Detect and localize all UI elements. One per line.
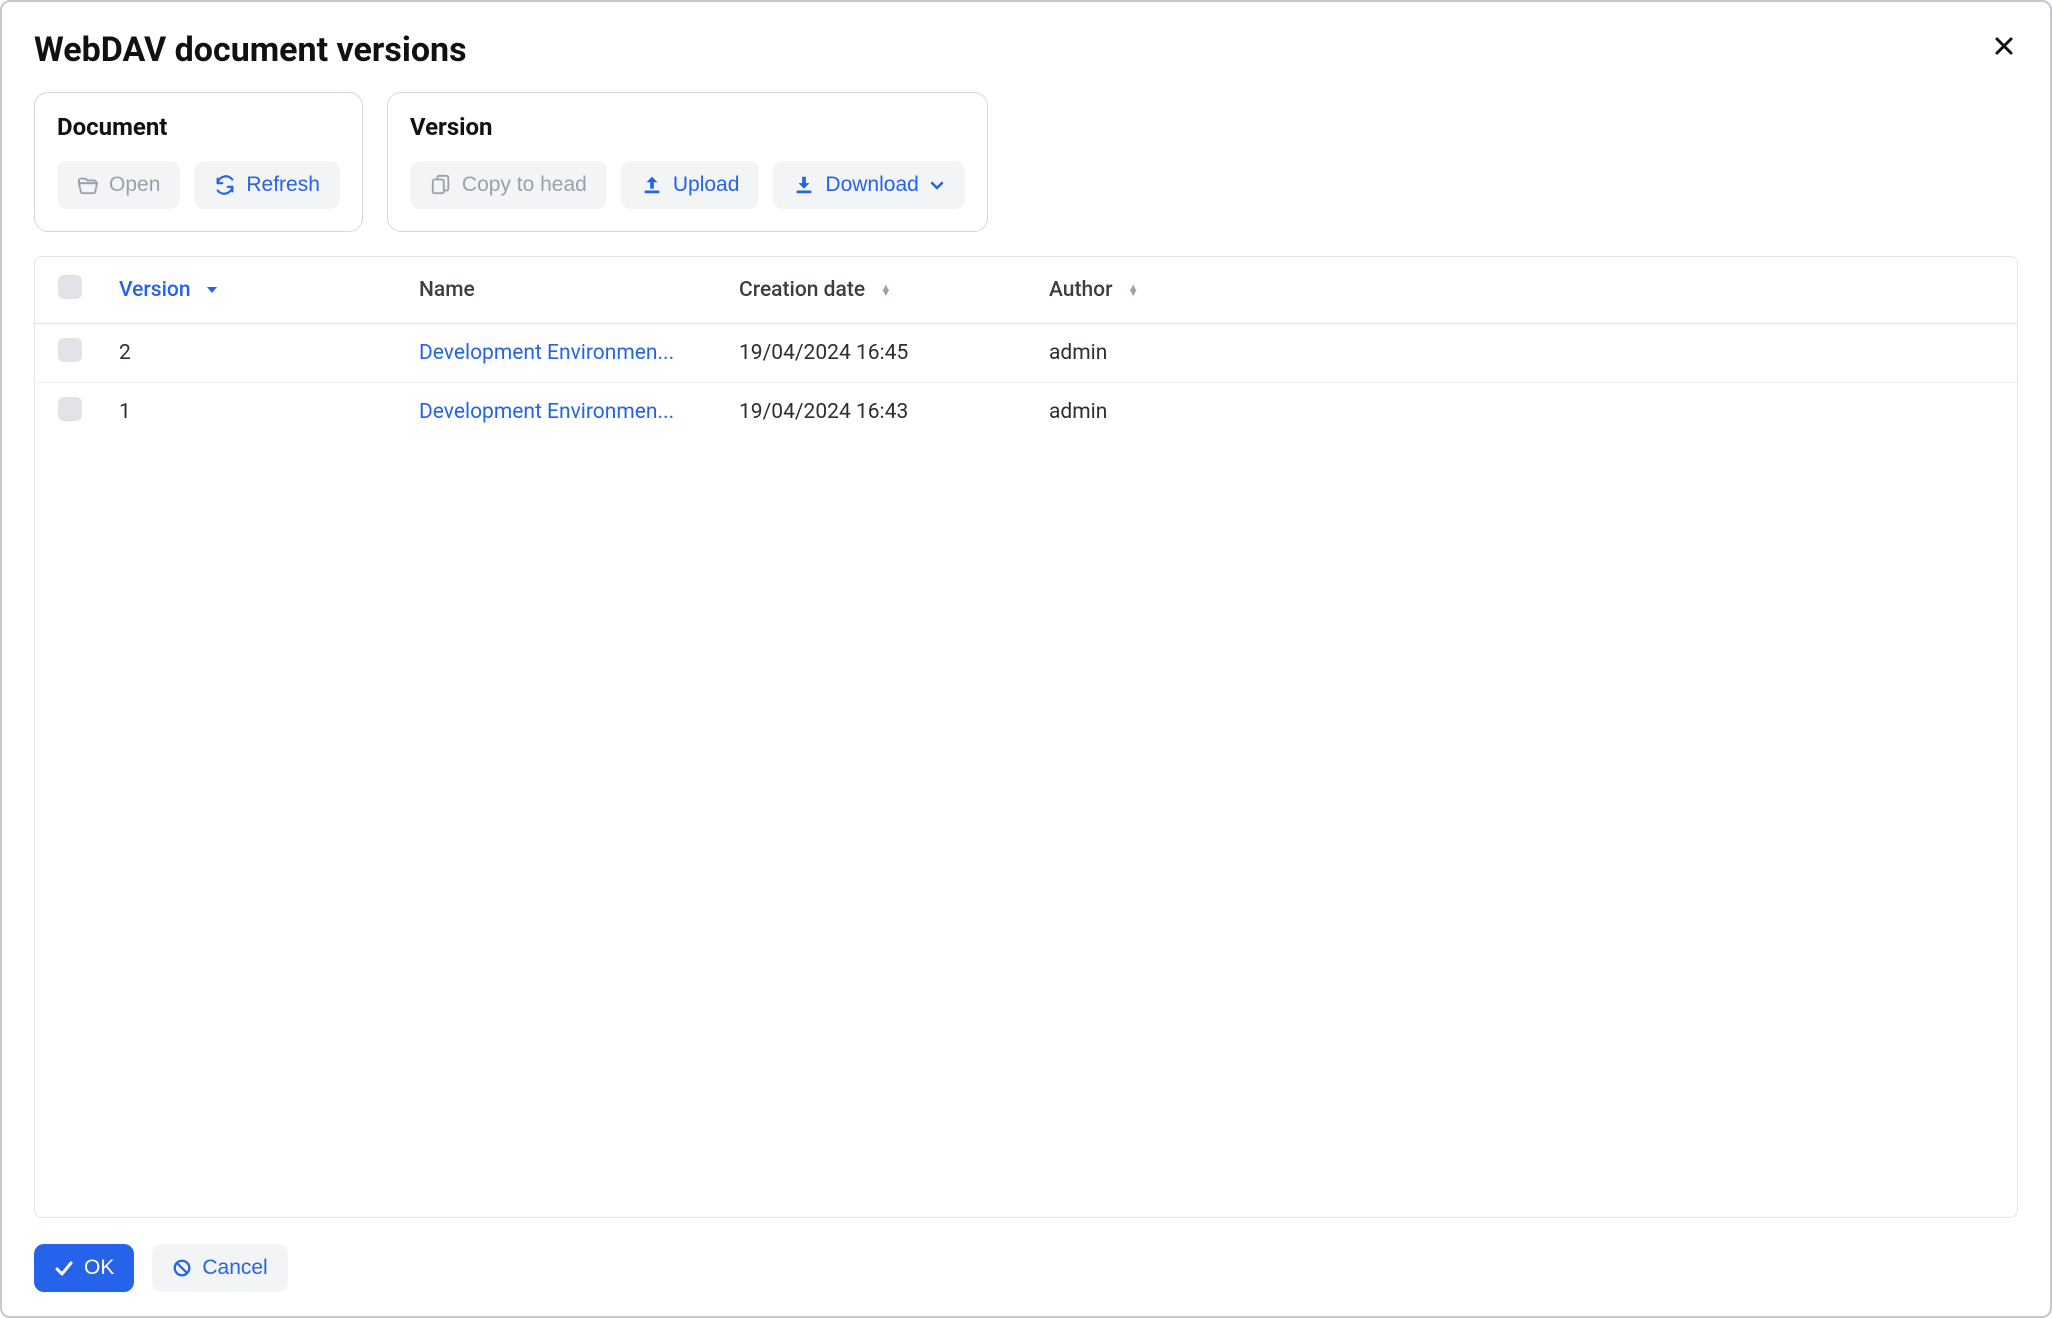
cell-name-link[interactable]: Development Environmen...	[419, 400, 674, 424]
ok-button[interactable]: OK	[34, 1244, 134, 1292]
column-header-name[interactable]: Name	[405, 257, 725, 324]
cell-author: admin	[1035, 383, 2017, 442]
sort-both-icon: ▲▼	[880, 285, 891, 296]
column-header-name-label: Name	[419, 278, 475, 302]
cancel-icon	[172, 1258, 192, 1278]
refresh-button-label: Refresh	[246, 173, 320, 197]
cell-author: admin	[1035, 324, 2017, 383]
versions-table: Version Name Creation date ▲▼ Author	[35, 257, 2017, 441]
column-header-version[interactable]: Version	[105, 257, 405, 324]
table-empty-space	[35, 441, 2017, 1217]
sort-desc-icon	[206, 285, 218, 295]
cell-name-link[interactable]: Development Environmen...	[419, 341, 674, 365]
dialog-title: WebDAV document versions	[34, 30, 467, 70]
version-panel-actions: Copy to head Upload Download	[410, 161, 965, 209]
select-all-header[interactable]	[35, 257, 105, 324]
cell-creation-date: 19/04/2024 16:45	[725, 324, 1035, 383]
refresh-icon	[214, 174, 236, 196]
document-panel-actions: Open Refresh	[57, 161, 340, 209]
version-panel: Version Copy to head Upload Download	[387, 92, 988, 232]
webdav-versions-dialog: WebDAV document versions Document Open R…	[0, 0, 2052, 1318]
chevron-down-icon	[929, 177, 945, 193]
download-icon	[793, 174, 815, 196]
copy-to-head-label: Copy to head	[462, 173, 587, 197]
column-header-author[interactable]: Author ▲▼	[1035, 257, 2017, 324]
dialog-header: WebDAV document versions	[34, 30, 2018, 70]
versions-table-container: Version Name Creation date ▲▼ Author	[34, 256, 2018, 1218]
upload-button-label: Upload	[673, 173, 740, 197]
document-panel: Document Open Refresh	[34, 92, 363, 232]
upload-icon	[641, 174, 663, 196]
open-button-label: Open	[109, 173, 160, 197]
version-panel-title: Version	[410, 113, 965, 141]
check-icon	[54, 1258, 74, 1278]
action-panels: Document Open Refresh Version Copy to he…	[34, 92, 2018, 232]
table-row[interactable]: 1 Development Environmen... 19/04/2024 1…	[35, 383, 2017, 442]
close-icon	[1994, 36, 2014, 56]
dialog-footer: OK Cancel	[34, 1244, 2018, 1292]
select-all-checkbox[interactable]	[58, 275, 82, 299]
cell-version: 2	[105, 324, 405, 383]
table-row[interactable]: 2 Development Environmen... 19/04/2024 1…	[35, 324, 2017, 383]
column-header-creation-date[interactable]: Creation date ▲▼	[725, 257, 1035, 324]
row-checkbox[interactable]	[58, 397, 82, 421]
column-header-version-label: Version	[119, 278, 191, 302]
column-header-date-label: Creation date	[739, 278, 865, 302]
ok-button-label: OK	[84, 1256, 114, 1280]
row-checkbox[interactable]	[58, 338, 82, 362]
open-button[interactable]: Open	[57, 161, 180, 209]
refresh-button[interactable]: Refresh	[194, 161, 340, 209]
copy-icon	[430, 174, 452, 196]
column-header-author-label: Author	[1049, 278, 1113, 302]
sort-both-icon: ▲▼	[1128, 285, 1139, 296]
table-header-row: Version Name Creation date ▲▼ Author	[35, 257, 2017, 324]
cell-version: 1	[105, 383, 405, 442]
close-button[interactable]	[1990, 30, 2018, 64]
cancel-button[interactable]: Cancel	[152, 1244, 287, 1292]
folder-open-icon	[77, 175, 99, 195]
document-panel-title: Document	[57, 113, 340, 141]
download-button[interactable]: Download	[773, 161, 964, 209]
copy-to-head-button[interactable]: Copy to head	[410, 161, 607, 209]
cell-creation-date: 19/04/2024 16:43	[725, 383, 1035, 442]
upload-button[interactable]: Upload	[621, 161, 760, 209]
download-button-label: Download	[825, 173, 918, 197]
cancel-button-label: Cancel	[202, 1256, 267, 1280]
